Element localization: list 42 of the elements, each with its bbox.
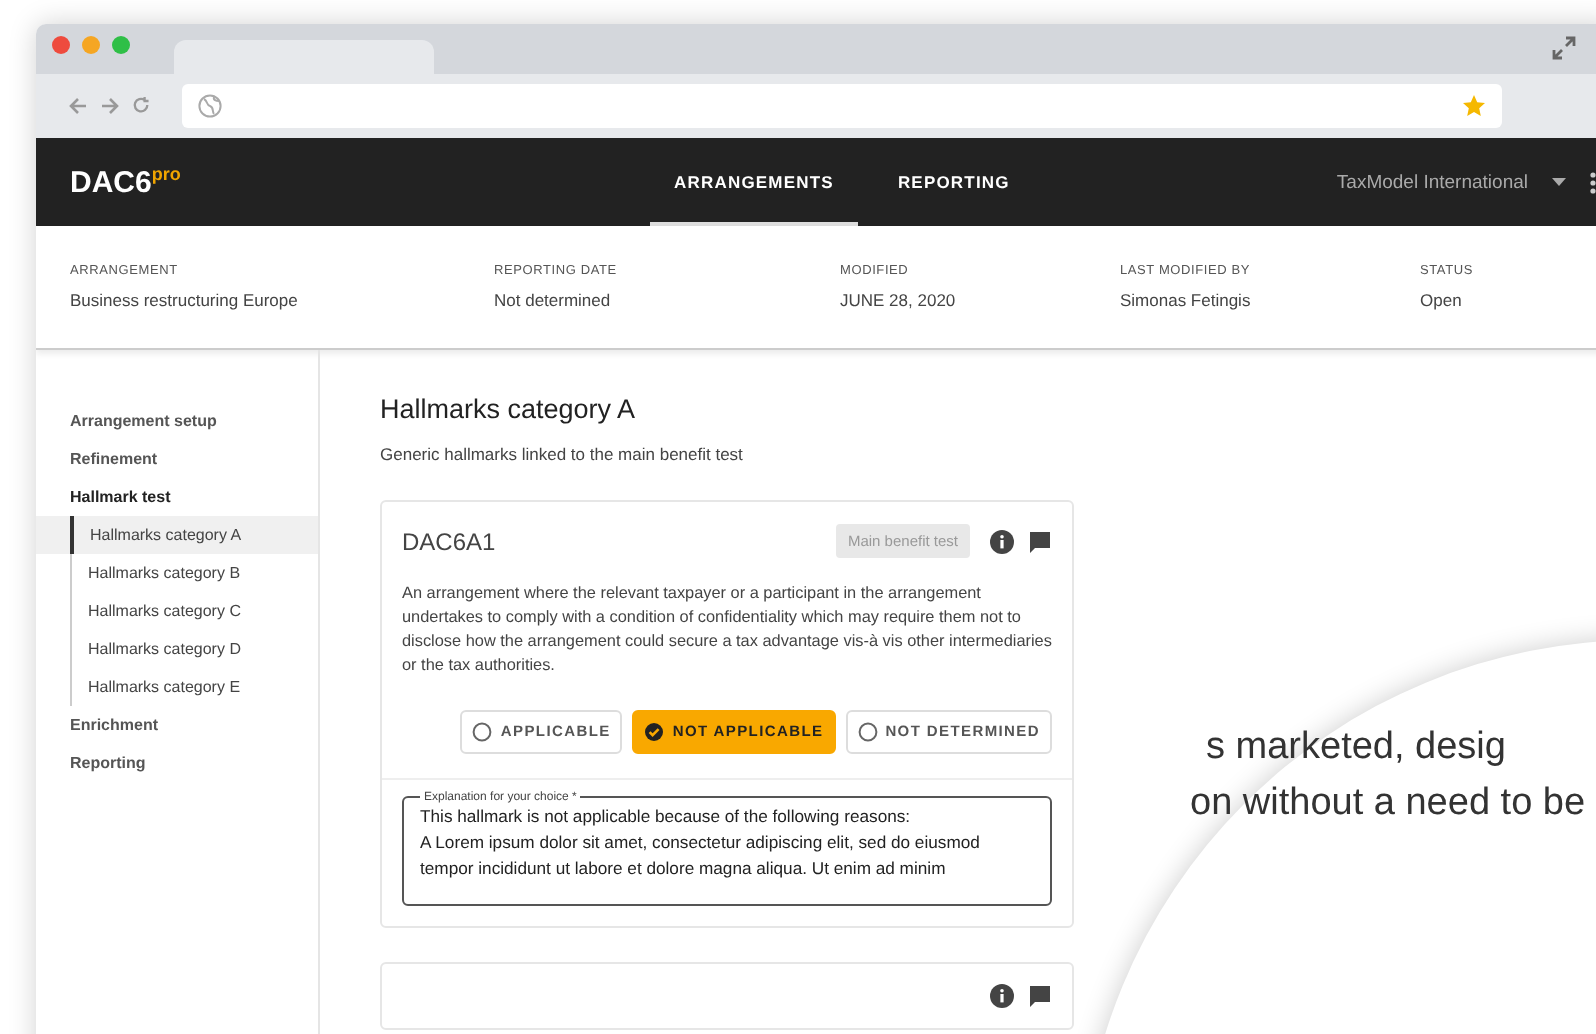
- sidebar-subitem[interactable]: Hallmarks category B: [70, 553, 318, 592]
- radio-icon: [857, 721, 878, 742]
- sidebar-item[interactable]: Refinement: [36, 439, 318, 478]
- checked-radio-icon: [644, 721, 665, 742]
- summary-value: Simonas Fetingis: [1120, 290, 1253, 311]
- caret-icon[interactable]: [1552, 178, 1566, 186]
- maximize-icon[interactable]: [112, 35, 130, 54]
- nav-tab[interactable]: REPORTING: [873, 137, 1034, 227]
- close-icon[interactable]: [52, 35, 70, 54]
- summary-value: JUNE 28, 2020: [840, 290, 958, 311]
- comment-icon[interactable]: [1028, 983, 1052, 1008]
- hallmark-description: An arrangement where the relevant taxpayer or a participant in the arrangement undertakes to comply with a condition of confidentiality which may require them not to disclose how the arrangement could secure a tax advantage vis-à vis other intermediaries or the tax authorities.: [400, 581, 1054, 678]
- summary-value: Open: [1420, 290, 1464, 311]
- comment-icon[interactable]: [1028, 529, 1052, 554]
- summary-value: Business restructuring Europe: [70, 290, 300, 311]
- forward-icon[interactable]: [100, 95, 120, 116]
- account-name[interactable]: TaxModel International: [1336, 171, 1528, 193]
- expand-icon[interactable]: [1552, 36, 1576, 60]
- radio-icon: [472, 721, 493, 742]
- globe-icon: [198, 93, 222, 118]
- star-icon[interactable]: [1462, 93, 1486, 118]
- magnified-text: s marketed, desig: [1206, 724, 1506, 772]
- nav-tab[interactable]: ARRANGEMENTS: [650, 137, 858, 227]
- info-icon[interactable]: [990, 529, 1014, 554]
- sidebar-item[interactable]: Reporting: [36, 743, 318, 782]
- sidebar-subitem[interactable]: Hallmarks category C: [70, 591, 318, 630]
- summary-value: Not determined: [494, 290, 613, 311]
- info-icon[interactable]: [990, 983, 1014, 1008]
- sidebar-subitem[interactable]: Hallmarks category D: [70, 629, 318, 668]
- sidebar-subitem[interactable]: Hallmarks category E: [70, 667, 318, 706]
- magnified-text: on without a need to be: [1190, 780, 1586, 828]
- hallmark-code: DAC6A1: [402, 527, 496, 556]
- sidebar-item[interactable]: Arrangement setup: [36, 401, 318, 440]
- page-title: Hallmarks category A: [380, 393, 638, 424]
- more-icon[interactable]: [1590, 171, 1596, 193]
- app-logo[interactable]: DAC6$^{pro}$: [70, 164, 650, 200]
- sidebar-item[interactable]: Hallmark test: [36, 477, 318, 516]
- page-subtitle: Generic hallmarks linked to the main benefit test: [380, 443, 745, 464]
- minimize-icon[interactable]: [82, 35, 100, 54]
- back-icon[interactable]: [68, 95, 88, 116]
- sidebar-item[interactable]: Enrichment: [36, 705, 318, 744]
- reload-icon[interactable]: [132, 96, 150, 115]
